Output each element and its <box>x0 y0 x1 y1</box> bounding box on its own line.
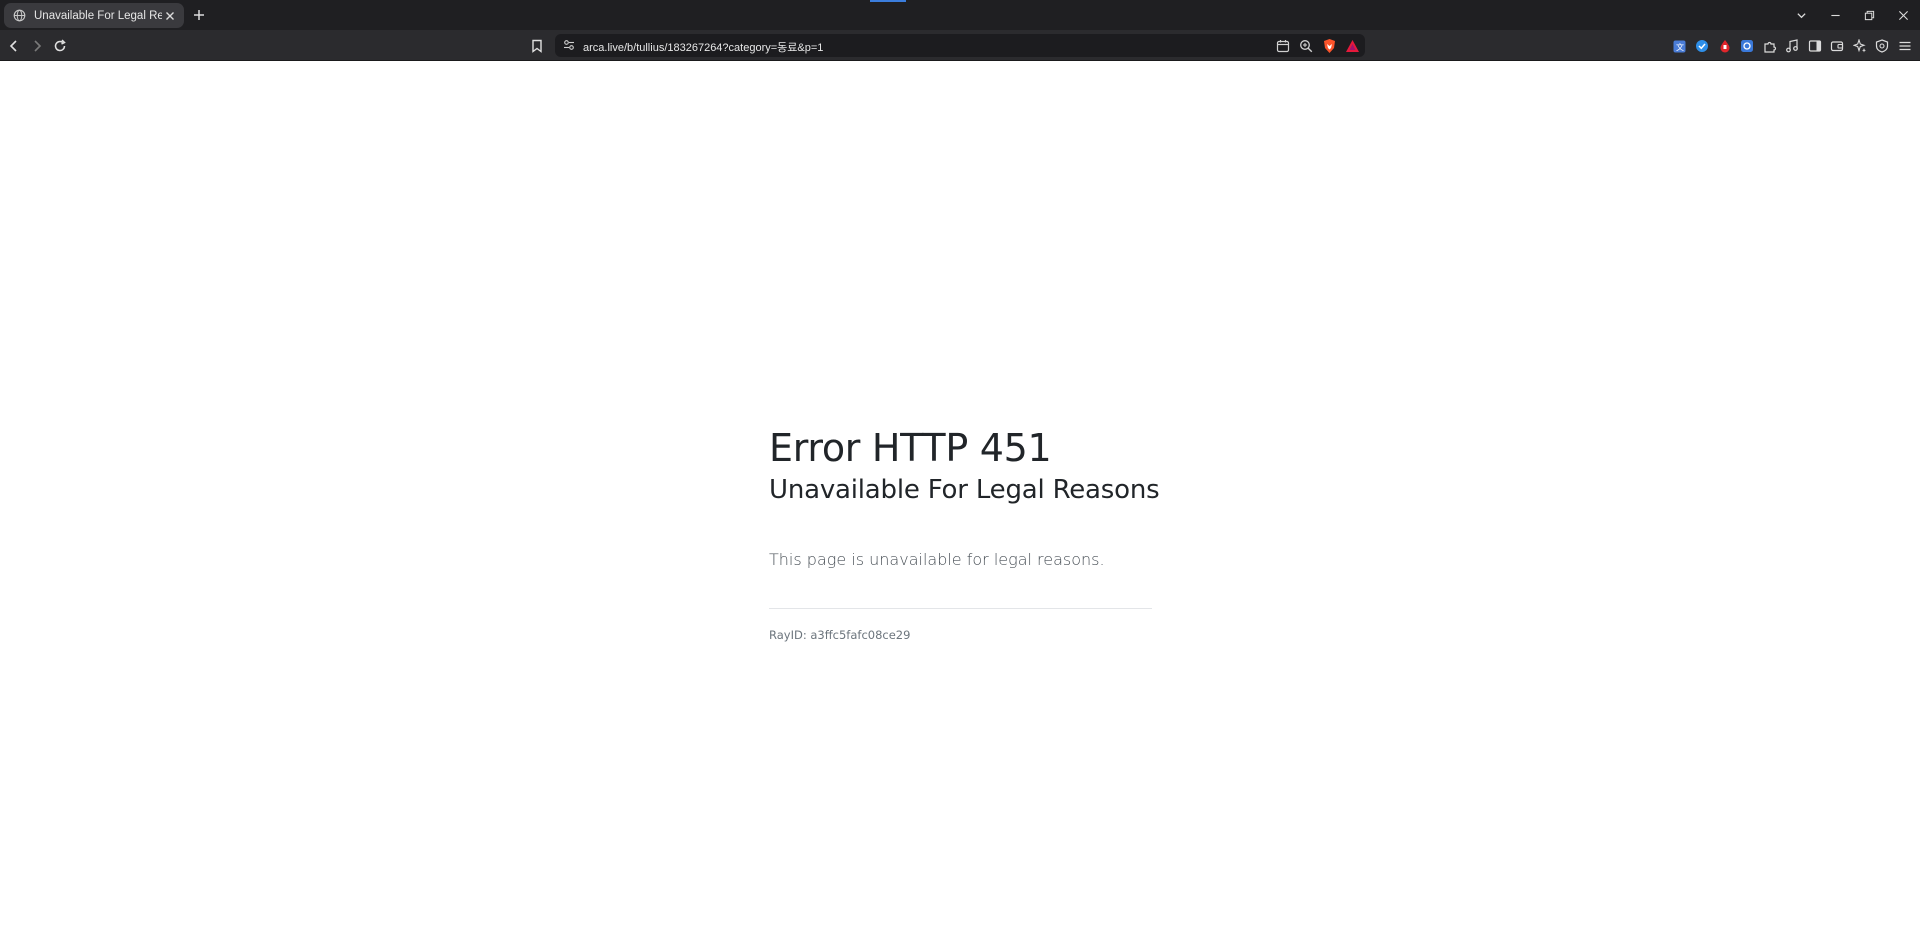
puzzle-icon[interactable] <box>1760 37 1779 56</box>
close-tab-icon[interactable] <box>162 8 178 24</box>
tab-strip: Unavailable For Legal Reasons <box>0 0 1920 30</box>
error-subtitle: Unavailable For Legal Reasons <box>769 475 1160 505</box>
sidebar-icon[interactable] <box>1805 37 1824 56</box>
sparkle-icon[interactable] <box>1850 37 1869 56</box>
active-tab[interactable]: Unavailable For Legal Reasons <box>4 3 184 28</box>
close-icon <box>1898 10 1908 20</box>
close-window-button[interactable] <box>1886 0 1920 30</box>
address-bar-actions <box>1274 36 1361 55</box>
browser-toolbar: arca.live/b/tullius/183267264?category=동… <box>0 30 1920 61</box>
restore-icon <box>1864 10 1874 20</box>
translate-icon[interactable]: 文 <box>1670 37 1689 56</box>
error-container: Error HTTP 451 Unavailable For Legal Rea… <box>769 426 1160 643</box>
red-drop-icon[interactable] <box>1715 37 1734 56</box>
brave-rewards-icon[interactable] <box>1343 37 1361 55</box>
menu-icon[interactable] <box>1895 37 1914 56</box>
globe-icon <box>12 9 26 23</box>
reload-button[interactable] <box>50 36 70 56</box>
site-settings-icon[interactable] <box>561 37 577 53</box>
bookmark-button[interactable] <box>527 36 547 56</box>
svg-text:文: 文 <box>1676 42 1684 52</box>
minimize-button[interactable] <box>1818 0 1852 30</box>
tab-search-button[interactable] <box>1784 0 1818 30</box>
wallet-icon[interactable] <box>1828 37 1847 56</box>
minimize-icon <box>1830 14 1840 16</box>
arrow-left-icon <box>9 40 17 52</box>
address-bar[interactable]: arca.live/b/tullius/183267264?category=동… <box>555 34 1365 57</box>
window-controls <box>1784 0 1920 30</box>
chevron-down-icon <box>1796 12 1806 18</box>
shield-blue-icon[interactable] <box>1693 37 1712 56</box>
brave-shields-icon[interactable] <box>1320 37 1338 55</box>
tab-title: Unavailable For Legal Reasons <box>34 9 162 22</box>
forward-button[interactable] <box>27 36 47 56</box>
error-message: This page is unavailable for legal reaso… <box>769 550 1105 569</box>
page-content: Error HTTP 451 Unavailable For Legal Rea… <box>0 62 1920 948</box>
zoom-icon[interactable] <box>1297 37 1315 55</box>
new-tab-button[interactable] <box>190 6 208 24</box>
divider <box>769 608 1152 609</box>
arrow-right-icon <box>34 40 42 52</box>
ray-id: RayID: a3ffc5fafc08ce29 <box>769 628 911 642</box>
url-text[interactable]: arca.live/b/tullius/183267264?category=동… <box>583 39 823 55</box>
restore-button[interactable] <box>1852 0 1886 30</box>
plus-icon <box>194 10 204 20</box>
vpn-icon[interactable] <box>1873 37 1892 56</box>
music-icon[interactable] <box>1783 37 1802 56</box>
error-title: Error HTTP 451 <box>769 426 1052 470</box>
bookmark-icon <box>532 39 542 53</box>
tab-drag-indicator <box>870 0 906 2</box>
capture-icon[interactable] <box>1738 37 1757 56</box>
extension-toolbar: 文 <box>1670 36 1914 56</box>
reload-icon <box>54 39 66 52</box>
back-button[interactable] <box>4 36 24 56</box>
calendar-icon[interactable] <box>1274 37 1292 55</box>
